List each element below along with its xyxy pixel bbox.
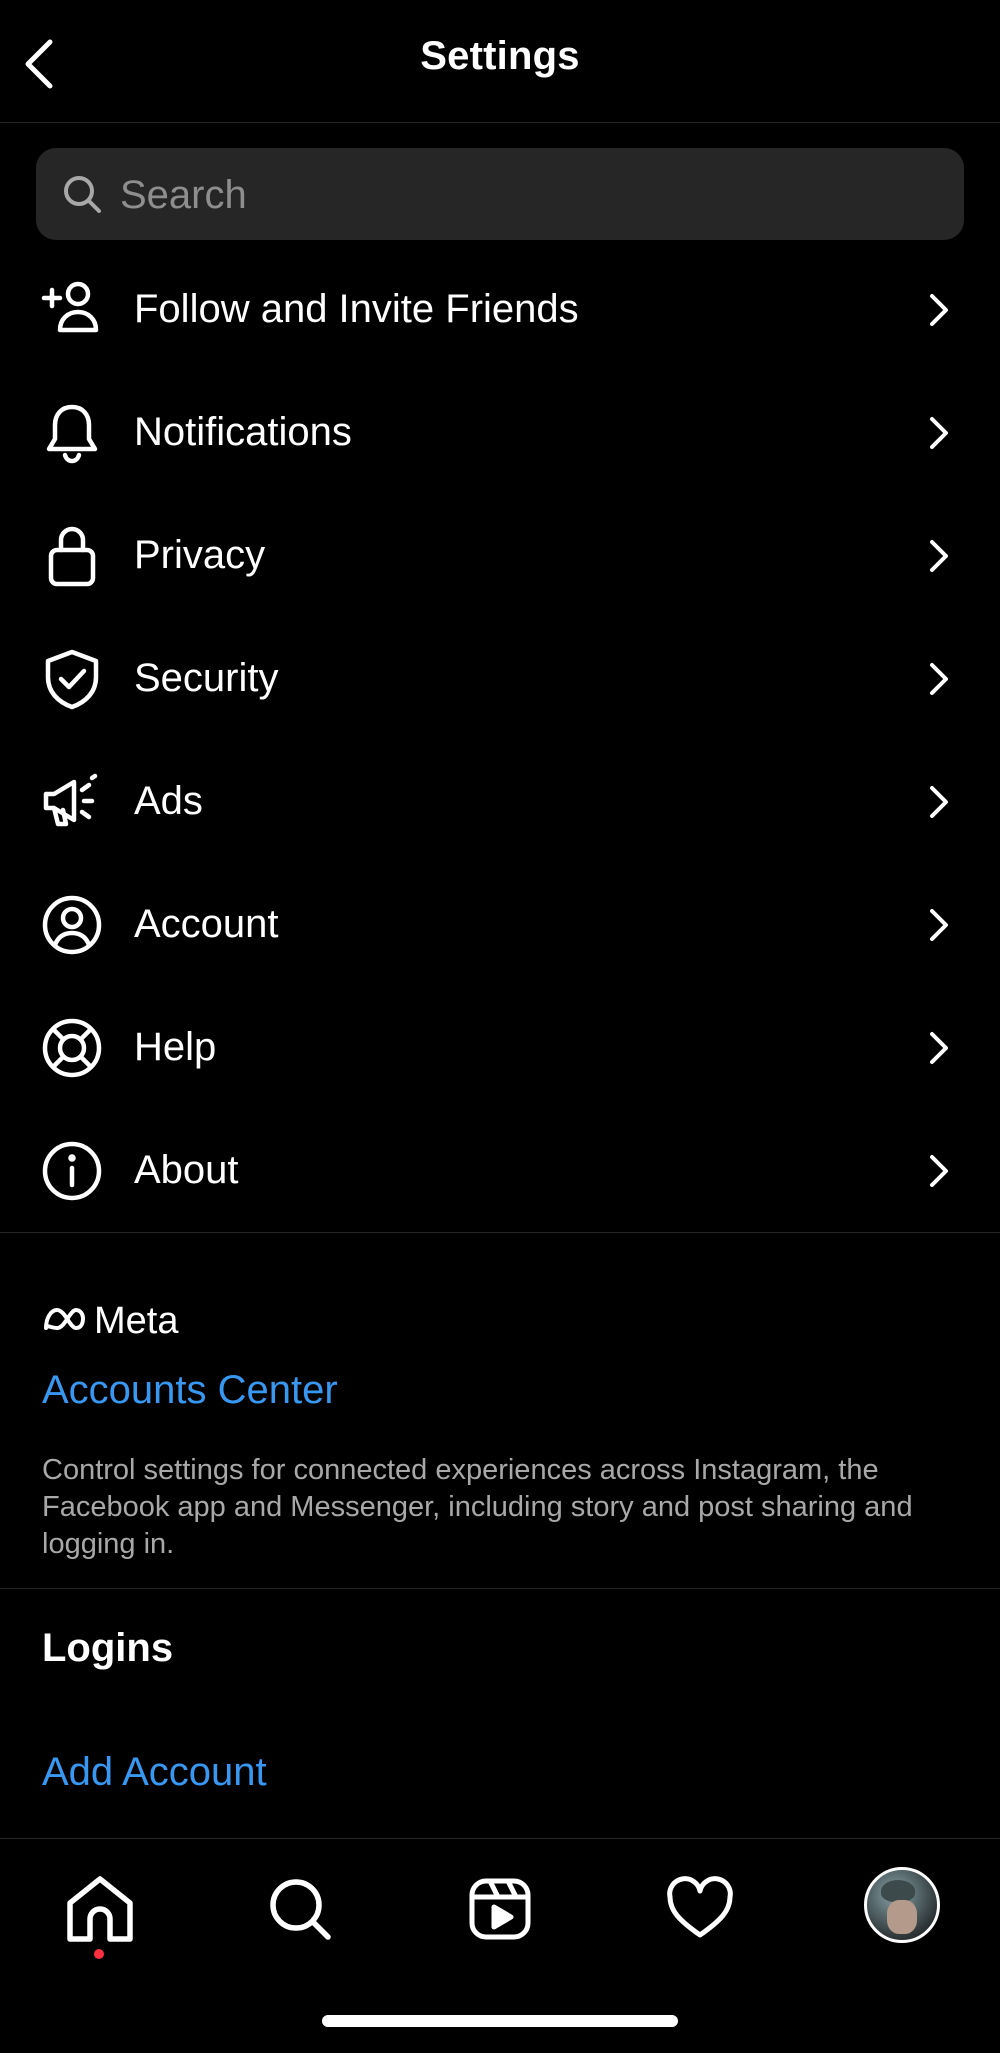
tab-search[interactable] bbox=[260, 1869, 340, 1949]
person-circle-icon bbox=[40, 893, 104, 957]
menu-item-label: Account bbox=[134, 902, 279, 946]
menu-item-notifications[interactable]: Notifications bbox=[0, 371, 1000, 494]
section-divider bbox=[0, 1232, 1000, 1233]
menu-item-account[interactable]: Account bbox=[0, 863, 1000, 986]
tab-activity[interactable] bbox=[660, 1869, 740, 1949]
menu-item-label: Follow and Invite Friends bbox=[134, 287, 579, 331]
reels-icon bbox=[469, 1878, 531, 1940]
menu-item-label: Help bbox=[134, 1025, 217, 1069]
chevron-right-icon bbox=[918, 1147, 958, 1195]
menu-item-ads[interactable]: Ads bbox=[0, 740, 1000, 863]
svg-text:Meta: Meta bbox=[94, 1300, 179, 1342]
settings-menu: Follow and Invite Friends Notifications … bbox=[0, 248, 1000, 1232]
home-icon bbox=[67, 1876, 133, 1942]
accounts-center-description: Control settings for connected experienc… bbox=[42, 1454, 913, 1560]
info-icon bbox=[40, 1139, 104, 1203]
menu-item-help[interactable]: Help bbox=[0, 986, 1000, 1109]
menu-item-label: Ads bbox=[134, 779, 203, 823]
menu-item-about[interactable]: About bbox=[0, 1109, 1000, 1232]
menu-item-label: Privacy bbox=[134, 533, 266, 577]
menu-item-label: About bbox=[134, 1148, 239, 1192]
tab-bar bbox=[0, 1838, 1000, 2053]
megaphone-icon bbox=[40, 770, 104, 834]
accounts-center-link[interactable]: Accounts Center bbox=[42, 1368, 338, 1413]
bell-icon bbox=[40, 401, 104, 465]
home-indicator bbox=[322, 2015, 678, 2027]
page-title: Settings bbox=[420, 34, 580, 78]
menu-item-follow-invite[interactable]: Follow and Invite Friends bbox=[0, 248, 1000, 371]
chevron-right-icon bbox=[918, 901, 958, 949]
chevron-right-icon bbox=[918, 655, 958, 703]
notification-dot bbox=[94, 1949, 104, 1959]
profile-avatar[interactable] bbox=[864, 1867, 940, 1943]
chevron-right-icon bbox=[918, 286, 958, 334]
tab-reels[interactable] bbox=[460, 1869, 540, 1949]
search-bar[interactable] bbox=[36, 148, 964, 242]
chevron-right-icon bbox=[918, 532, 958, 580]
menu-item-security[interactable]: Security bbox=[0, 617, 1000, 740]
shield-check-icon bbox=[40, 647, 104, 711]
search-input[interactable] bbox=[118, 148, 942, 242]
chevron-right-icon bbox=[918, 409, 958, 457]
menu-item-label: Security bbox=[134, 656, 279, 700]
chevron-right-icon bbox=[918, 1024, 958, 1072]
section-divider bbox=[0, 1588, 1000, 1589]
chevron-right-icon bbox=[918, 778, 958, 826]
tab-home[interactable] bbox=[60, 1869, 140, 1949]
heart-icon bbox=[667, 1876, 733, 1938]
search-icon bbox=[64, 176, 101, 213]
add-person-icon bbox=[40, 278, 104, 342]
lifebuoy-icon bbox=[40, 1016, 104, 1080]
add-account-link[interactable]: Add Account bbox=[42, 1750, 267, 1795]
logins-heading: Logins bbox=[42, 1626, 174, 1670]
header: Settings bbox=[0, 0, 1000, 123]
menu-item-privacy[interactable]: Privacy bbox=[0, 494, 1000, 617]
meta-logo: Meta bbox=[40, 1298, 210, 1342]
lock-icon bbox=[40, 524, 104, 588]
search-icon bbox=[270, 1879, 331, 1940]
menu-item-label: Notifications bbox=[134, 410, 352, 454]
